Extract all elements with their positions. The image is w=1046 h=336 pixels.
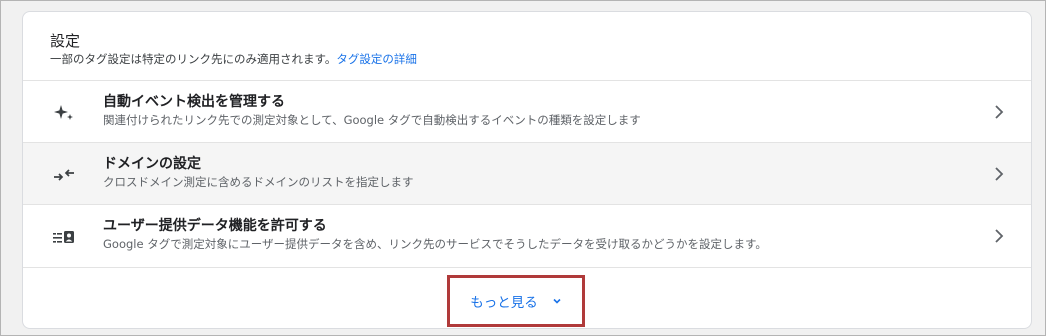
show-more-label: もっと見る xyxy=(470,295,538,311)
chevron-down-icon xyxy=(553,298,561,304)
sparkle-icon xyxy=(51,103,77,123)
row-title: ユーザー提供データ機能を許可する xyxy=(103,218,327,234)
settings-card: 設定 一部のタグ設定は特定のリンク先にのみ適用されます。タグ設定の詳細 自動イベ… xyxy=(22,11,1032,329)
row-subtitle: 関連付けられたリンク先での測定対象として、Google タグで自動検出するイベン… xyxy=(103,113,641,127)
chevron-right-icon xyxy=(995,167,1004,181)
chevron-right-icon xyxy=(995,229,1004,243)
card-description-text: 一部のタグ設定は特定のリンク先にのみ適用されます。 xyxy=(50,52,337,66)
chevron-right-icon xyxy=(995,105,1004,119)
settings-row-domain-config[interactable]: ドメインの設定 クロスドメイン測定に含めるドメインのリストを指定します xyxy=(23,143,1031,205)
row-title: ドメインの設定 xyxy=(103,156,201,172)
settings-row-user-provided-data[interactable]: ユーザー提供データ機能を許可する Google タグで測定対象にユーザー提供デー… xyxy=(23,205,1031,268)
show-more-button[interactable]: もっと見る xyxy=(450,278,582,324)
settings-row-auto-event-detection[interactable]: 自動イベント検出を管理する 関連付けられたリンク先での測定対象として、Googl… xyxy=(23,81,1031,143)
row-subtitle: クロスドメイン測定に含めるドメインのリストを指定します xyxy=(103,175,414,189)
row-title: 自動イベント検出を管理する xyxy=(103,94,285,110)
card-title: 設定 xyxy=(50,32,81,50)
row-subtitle: Google タグで測定対象にユーザー提供データを含め、リンク先のサービスでそう… xyxy=(103,237,767,251)
user-data-icon xyxy=(51,227,77,247)
row-text: 自動イベント検出を管理する 関連付けられたリンク先での測定対象として、Googl… xyxy=(103,93,641,128)
row-text: ドメインの設定 クロスドメイン測定に含めるドメインのリストを指定します xyxy=(103,155,414,190)
card-description: 一部のタグ設定は特定のリンク先にのみ適用されます。タグ設定の詳細 xyxy=(50,51,1031,67)
row-text: ユーザー提供データ機能を許可する Google タグで測定対象にユーザー提供デー… xyxy=(103,217,767,252)
card-header: 設定 一部のタグ設定は特定のリンク先にのみ適用されます。タグ設定の詳細 xyxy=(23,12,1031,81)
tag-settings-details-link[interactable]: タグ設定の詳細 xyxy=(336,52,417,66)
show-more-area: もっと見る xyxy=(23,268,1031,328)
screenshot-frame: 設定 一部のタグ設定は特定のリンク先にのみ適用されます。タグ設定の詳細 自動イベ… xyxy=(0,0,1046,336)
cross-domain-arrows-icon xyxy=(51,165,77,185)
